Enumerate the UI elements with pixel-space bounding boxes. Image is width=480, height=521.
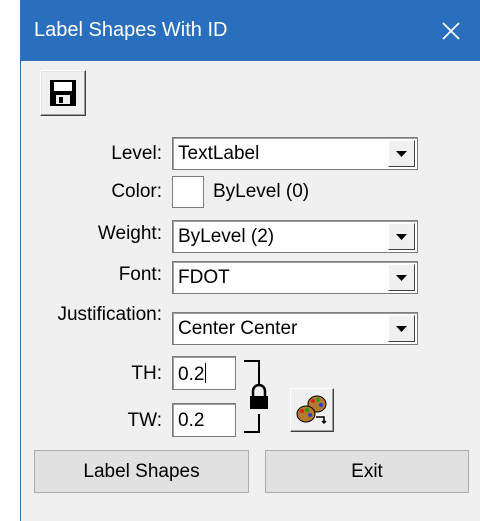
justification-value: Center Center (178, 318, 298, 339)
close-icon (442, 21, 460, 40)
font-dropdown[interactable]: FDOT (172, 261, 418, 294)
exit-button-label: Exit (351, 460, 383, 482)
th-value: 0.2 (178, 364, 205, 385)
label-shapes-button-label: Label Shapes (83, 460, 200, 482)
color-value: ByLevel (0) (213, 181, 310, 202)
weight-dropdown-button[interactable] (388, 223, 415, 250)
tw-label: TW: (127, 410, 162, 431)
chevron-down-icon (396, 325, 407, 332)
level-dropdown[interactable]: TextLabel (172, 137, 418, 170)
level-label: Level: (111, 143, 162, 164)
text-caret (205, 363, 207, 383)
level-dropdown-button[interactable] (388, 140, 415, 167)
floppy-disk-icon (50, 80, 76, 106)
chevron-down-icon (396, 274, 407, 281)
chevron-down-icon (396, 233, 407, 240)
tw-value: 0.2 (178, 410, 205, 431)
level-value: TextLabel (178, 143, 260, 164)
label-shapes-button[interactable]: Label Shapes (34, 450, 249, 493)
palette-refresh-icon (296, 395, 327, 425)
th-label: TH: (131, 363, 162, 384)
justification-label: Justification: (57, 304, 162, 325)
font-label: Font: (118, 264, 162, 285)
font-dropdown-button[interactable] (388, 264, 415, 291)
font-value: FDOT (178, 267, 230, 288)
weight-dropdown[interactable]: ByLevel (2) (172, 220, 418, 253)
color-label: Color: (111, 181, 162, 202)
th-input[interactable]: 0.2 (172, 356, 236, 390)
tw-input[interactable]: 0.2 (172, 403, 236, 437)
color-swatch[interactable] (172, 176, 204, 208)
weight-label: Weight: (97, 223, 162, 244)
apply-style-button[interactable] (290, 388, 334, 432)
exit-button[interactable]: Exit (265, 450, 469, 493)
close-button[interactable] (420, 0, 480, 61)
save-button[interactable] (40, 70, 86, 116)
justification-dropdown[interactable]: Center Center (172, 312, 418, 345)
padlock-icon[interactable] (248, 383, 270, 411)
window-title: Label Shapes With ID (34, 19, 228, 41)
chevron-down-icon (396, 150, 407, 157)
title-bar: Label Shapes With ID (20, 0, 480, 61)
weight-value: ByLevel (2) (178, 226, 275, 247)
justification-dropdown-button[interactable] (388, 315, 415, 342)
